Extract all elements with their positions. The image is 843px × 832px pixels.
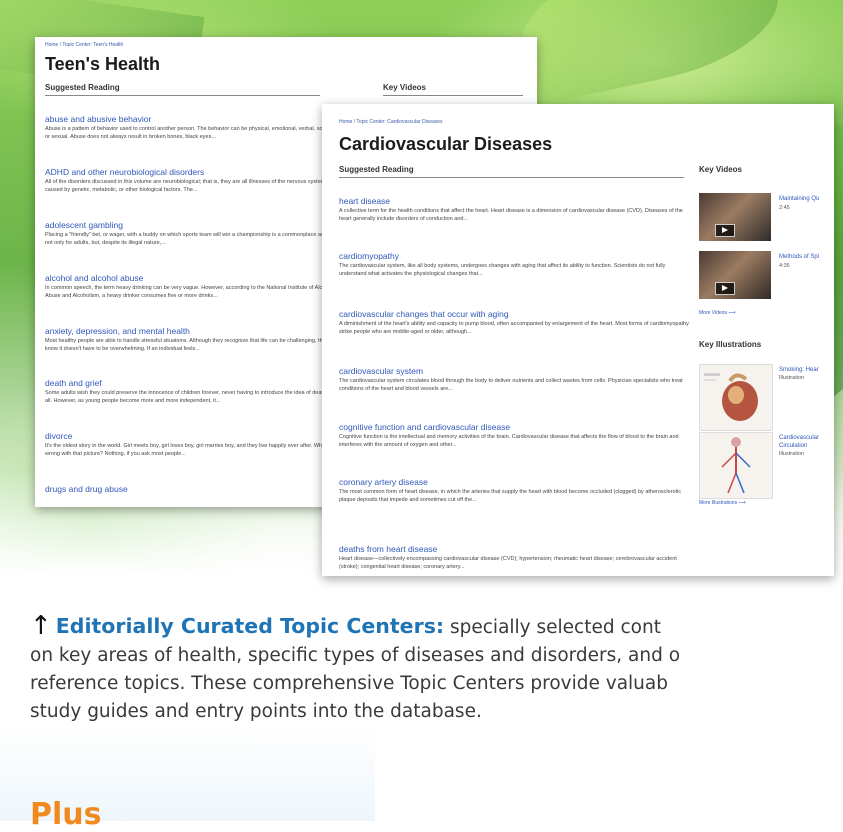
- topic-description: All of the disorders discussed in this v…: [45, 179, 326, 193]
- illustration-name[interactable]: Smoking: Hear: [779, 367, 819, 373]
- illustration-item[interactable]: Cardiovascular Circulation Illustration: [699, 432, 834, 499]
- list-item: death and grief Some adults wish they co…: [45, 378, 335, 405]
- key-videos-heading: Key Videos: [699, 165, 742, 174]
- illustration-kind: Illustration: [779, 374, 805, 381]
- key-illustrations-heading: Key Illustrations: [699, 340, 762, 349]
- topic-link[interactable]: deaths from heart disease: [339, 544, 689, 554]
- list-item: anxiety, depression, and mental health M…: [45, 326, 335, 353]
- cardiovascular-screenshot: Home / Topic Center: Cardiovascular Dise…: [322, 104, 834, 576]
- video-thumbnail[interactable]: [699, 251, 771, 299]
- topic-link[interactable]: alcohol and alcohol abuse: [45, 273, 335, 283]
- topic-link[interactable]: abuse and abusive behavior: [45, 114, 335, 124]
- topic-link[interactable]: heart disease: [339, 196, 689, 206]
- topic-description: A diminishment of the heart's ability an…: [339, 321, 689, 335]
- list-item: cardiovascular changes that occur with a…: [339, 309, 689, 336]
- suggested-reading-heading: Suggested Reading: [339, 165, 684, 178]
- topic-description: It's the oldest story in the world. Girl…: [45, 443, 331, 457]
- topic-description: The most common form of heart disease, i…: [339, 489, 682, 503]
- topic-description: Some adults wish they could preserve the…: [45, 390, 333, 404]
- caption-line: reference topics. These comprehensive To…: [30, 673, 668, 694]
- breadcrumb[interactable]: Home / Topic Center: Cardiovascular Dise…: [339, 119, 443, 125]
- video-duration: 4:35: [779, 263, 790, 269]
- list-item: ADHD and other neurobiological disorders…: [45, 167, 335, 194]
- illustration-thumbnail[interactable]: [699, 432, 773, 499]
- list-item: abuse and abusive behavior Abuse is a pa…: [45, 114, 335, 141]
- video-title[interactable]: Methods of Spi: [779, 254, 819, 260]
- list-item: cardiovascular system The cardiovascular…: [339, 366, 689, 393]
- caption-line: on key areas of health, specific types o…: [30, 645, 681, 666]
- illustration-kind: Illustration: [779, 450, 805, 457]
- topic-description: Cognitive function is the intellectual a…: [339, 434, 679, 448]
- list-item: coronary artery disease The most common …: [339, 477, 689, 504]
- video-duration: 2:45: [779, 205, 790, 211]
- illustration-title[interactable]: Cardiovascular Circulation Illustration: [779, 435, 834, 458]
- topic-description: Abuse is a pattern of behavior used to c…: [45, 126, 333, 140]
- list-item: cardiomyopathy The cardiovascular system…: [339, 251, 689, 278]
- more-illustrations-link[interactable]: More Illustrations ⟶: [699, 500, 746, 506]
- topic-link[interactable]: adolescent gambling: [45, 220, 335, 230]
- leaf-shape: [510, 0, 790, 106]
- illustration-name[interactable]: Cardiovascular Circulation: [779, 435, 819, 449]
- topic-description: A collective term for the health conditi…: [339, 208, 683, 222]
- topic-description: Most healthy people are able to handle s…: [45, 338, 329, 352]
- topic-link[interactable]: coronary artery disease: [339, 477, 689, 487]
- heart-illustration-icon: [704, 373, 758, 421]
- topic-link[interactable]: cardiovascular system: [339, 366, 689, 376]
- topic-link[interactable]: ADHD and other neurobiological disorders: [45, 167, 335, 177]
- topic-link[interactable]: drugs and drug abuse: [45, 484, 335, 494]
- page-title: Teen's Health: [45, 54, 160, 74]
- list-item: divorce It's the oldest story in the wor…: [45, 431, 335, 458]
- list-item: alcohol and alcohol abuse In common spee…: [45, 273, 335, 300]
- play-icon[interactable]: [715, 282, 735, 295]
- caption-text: specially selected cont: [444, 617, 661, 638]
- more-videos-link[interactable]: More Videos ⟶: [699, 310, 736, 316]
- video-item[interactable]: Methods of Spi 4:35: [699, 251, 834, 299]
- list-item: adolescent gambling Placing a "friendly"…: [45, 220, 335, 247]
- illustration-thumbnail[interactable]: [699, 364, 773, 431]
- list-item: drugs and drug abuse: [45, 484, 335, 494]
- video-title[interactable]: Maintaining Qu: [779, 196, 819, 202]
- topic-link[interactable]: cardiomyopathy: [339, 251, 689, 261]
- breadcrumb[interactable]: Home / Topic Center: Teen's Health: [45, 42, 123, 48]
- caption-line: ↑ Editorially Curated Topic Centers: spec…: [30, 612, 843, 642]
- illustration-item[interactable]: Smoking: Hear Illustration: [699, 364, 834, 431]
- caption-highlight: Editorially Curated Topic Centers:: [55, 614, 445, 638]
- topic-link[interactable]: cognitive function and cardiovascular di…: [339, 422, 689, 432]
- page-title: Cardiovascular Diseases: [339, 134, 553, 154]
- topic-description: In common speech, the term heavy drinkin…: [45, 285, 333, 299]
- list-item: deaths from heart disease Heart disease—…: [339, 544, 689, 571]
- topic-link[interactable]: divorce: [45, 431, 335, 441]
- caption-line: study guides and entry points into the d…: [30, 701, 482, 722]
- topic-link[interactable]: death and grief: [45, 378, 335, 388]
- topic-link[interactable]: anxiety, depression, and mental health: [45, 326, 335, 336]
- key-videos-heading: Key Videos: [383, 83, 523, 96]
- plus-heading: Plus: [30, 797, 102, 832]
- topic-description: The cardiovascular system, like all body…: [339, 263, 666, 277]
- list-item: cognitive function and cardiovascular di…: [339, 422, 689, 449]
- up-arrow-icon: ↑: [30, 611, 52, 641]
- illustration-title[interactable]: Smoking: Hear Illustration: [779, 367, 819, 382]
- video-thumbnail[interactable]: [699, 193, 771, 241]
- video-item[interactable]: Maintaining Qu 2:45: [699, 193, 834, 241]
- list-item: heart disease A collective term for the …: [339, 196, 689, 223]
- topic-description: The cardiovascular system circulates blo…: [339, 378, 683, 392]
- circulation-illustration-icon: [721, 437, 751, 494]
- play-icon[interactable]: [715, 224, 735, 237]
- topic-description: Placing a "friendly" bet, or wager, with…: [45, 232, 335, 246]
- topic-description: Heart disease—collectively encompassing …: [339, 556, 677, 570]
- caption: ↑ Editorially Curated Topic Centers: spec…: [30, 612, 843, 726]
- topic-link[interactable]: cardiovascular changes that occur with a…: [339, 309, 689, 319]
- suggested-reading-heading: Suggested Reading: [45, 83, 320, 96]
